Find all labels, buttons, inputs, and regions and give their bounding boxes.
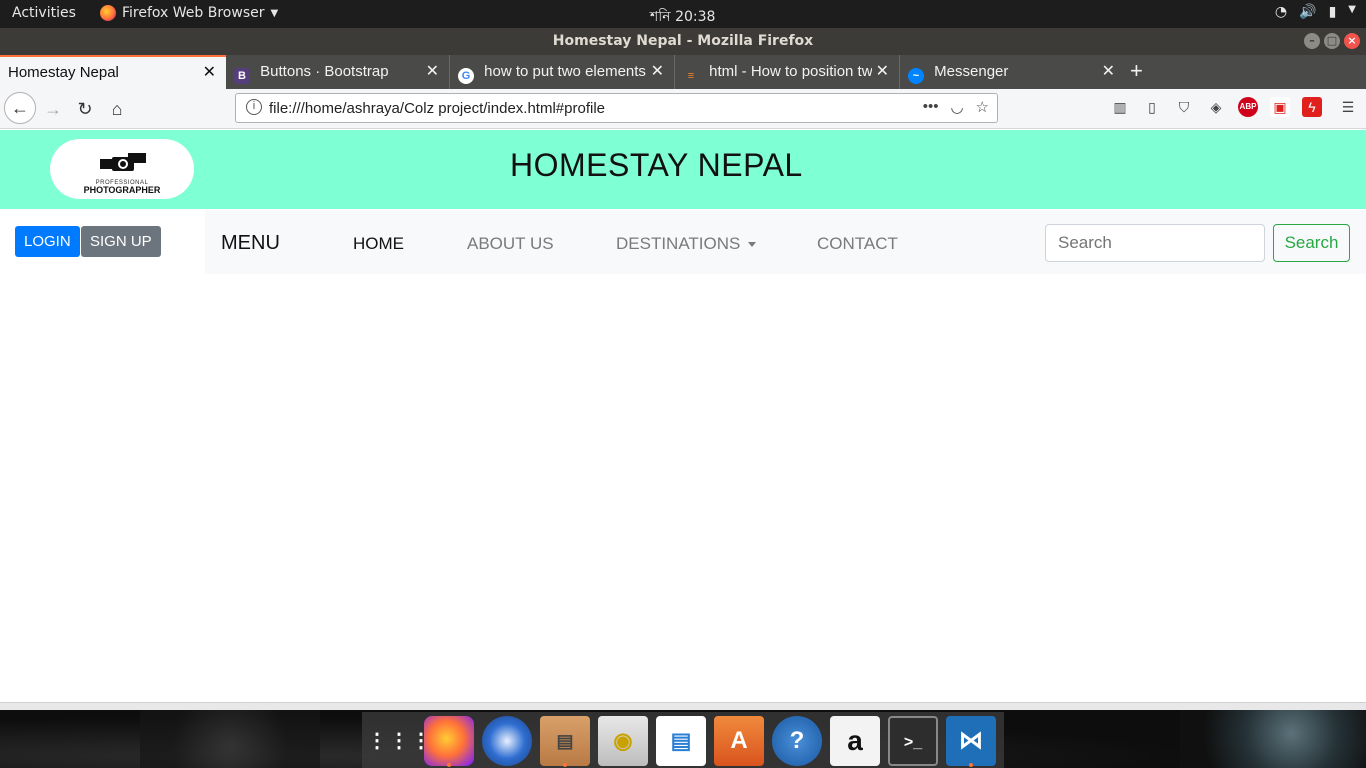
close-tab-icon[interactable]: ✕	[1102, 55, 1115, 89]
activities-button[interactable]: Activities	[12, 5, 76, 21]
stackoverflow-icon: ≡	[687, 70, 695, 82]
running-indicator	[447, 763, 451, 767]
page-title: HOMESTAY NEPAL	[510, 147, 803, 183]
help-icon[interactable]: ?	[772, 716, 822, 766]
page-actions-icon[interactable]: •••	[923, 98, 939, 116]
reload-button[interactable]: ↻	[70, 94, 100, 124]
horizontal-scrollbar[interactable]	[0, 702, 1366, 710]
libreoffice-writer-icon[interactable]: ▤	[656, 716, 706, 766]
tab-label: Messenger	[934, 63, 1009, 80]
volume-icon: 🔊	[1299, 4, 1317, 20]
tab-bootstrap-buttons[interactable]: B Buttons · Bootstrap ✕	[226, 55, 450, 89]
login-button[interactable]: LOGIN	[15, 226, 80, 257]
url-text[interactable]: file:///home/ashraya/Colz project/index.…	[269, 100, 605, 117]
logo-title: PHOTOGRAPHER	[83, 185, 161, 195]
forward-button[interactable]: →	[38, 94, 68, 124]
search-button[interactable]: Search	[1273, 224, 1350, 262]
terminal-icon[interactable]: >_	[888, 716, 938, 766]
tab-label: how to put two elements	[484, 63, 646, 80]
tab-strip: Homestay Nepal ✕ B Buttons · Bootstrap ✕…	[0, 55, 1366, 89]
pocket-icon[interactable]: ◡	[950, 98, 963, 116]
close-tab-icon[interactable]: ✕	[646, 55, 664, 89]
clock[interactable]: শনি 20:38	[650, 5, 715, 29]
site-logo[interactable]: PROFESSIONAL PHOTOGRAPHER	[50, 139, 194, 199]
flash-icon[interactable]: ϟ	[1302, 97, 1322, 117]
extension-toolbar: ▥ ▯ ⛉ ◈ ABP ▣ ϟ ☰	[1110, 97, 1358, 117]
minimize-button[interactable]: –	[1304, 33, 1320, 49]
nav-about-link[interactable]: ABOUT US	[467, 234, 554, 254]
tab-google-search[interactable]: G how to put two elements ✕	[450, 55, 675, 89]
chevron-down-icon: ▼	[1348, 4, 1356, 15]
running-indicator	[969, 763, 973, 767]
bookmark-star-icon[interactable]: ☆	[976, 98, 989, 116]
close-tab-icon[interactable]: ✕	[426, 55, 439, 89]
bootstrap-icon: B	[234, 68, 250, 84]
google-icon: G	[458, 68, 474, 84]
close-tab-icon[interactable]: ✕	[871, 55, 889, 89]
firefox-icon	[100, 5, 116, 21]
app-menu-label: Firefox Web Browser	[122, 5, 265, 21]
nav-destinations-dropdown[interactable]: DESTINATIONS	[616, 234, 757, 254]
url-bar[interactable]: i file:///home/ashraya/Colz project/inde…	[235, 93, 998, 123]
library-icon[interactable]: ▥	[1110, 97, 1130, 117]
software-center-icon[interactable]: A	[714, 716, 764, 766]
close-window-button[interactable]: ×	[1344, 33, 1360, 49]
app-grid-icon[interactable]: ⋮⋮⋮	[367, 716, 431, 766]
menu-label: MENU	[221, 232, 280, 254]
site-header: PROFESSIONAL PHOTOGRAPHER HOMESTAY NEPAL	[0, 130, 1366, 209]
back-button[interactable]: ←	[4, 92, 36, 124]
camera-hands-icon	[100, 153, 146, 171]
caret-down-icon	[748, 242, 757, 248]
tab-stackoverflow[interactable]: ≡ html - How to position tw ✕	[675, 55, 900, 89]
chevron-down-icon: ▼	[270, 7, 279, 19]
window-title-bar[interactable]: Homestay Nepal - Mozilla Firefox – □ ×	[0, 28, 1366, 55]
nav-contact-link[interactable]: CONTACT	[817, 234, 898, 254]
thunderbird-icon[interactable]	[482, 716, 532, 766]
tab-label: html - How to position tw	[709, 63, 873, 80]
hamburger-menu-icon[interactable]: ☰	[1338, 97, 1358, 117]
battery-icon: ▮	[1328, 4, 1337, 20]
wifi-icon: ◔	[1274, 4, 1288, 20]
search-input[interactable]	[1045, 224, 1265, 262]
new-tab-button[interactable]: +	[1130, 55, 1143, 87]
signup-button[interactable]: SIGN UP	[81, 226, 161, 257]
tab-homestay-nepal[interactable]: Homestay Nepal ✕	[0, 55, 226, 89]
maximize-button[interactable]: □	[1324, 33, 1340, 49]
sidebar-icon[interactable]: ▯	[1142, 97, 1162, 117]
adblock-plus-icon[interactable]: ABP	[1238, 97, 1258, 117]
system-top-bar: Activities Firefox Web Browser ▼ শনি 20:…	[0, 0, 1366, 28]
files-icon[interactable]: ▤	[540, 716, 590, 766]
nav-destinations-label: DESTINATIONS	[616, 234, 741, 253]
close-tab-icon[interactable]: ✕	[203, 57, 216, 88]
site-info-icon[interactable]: i	[246, 99, 262, 115]
shield-icon[interactable]: ⛉	[1174, 97, 1194, 117]
amazon-icon[interactable]: a	[830, 716, 880, 766]
window-controls: – □ ×	[1304, 33, 1360, 49]
url-actions: ••• ◡ ☆	[923, 98, 989, 116]
system-tray[interactable]: ◔ 🔊 ▮ ▼	[1275, 4, 1356, 20]
privacy-badger-icon[interactable]: ◈	[1206, 97, 1226, 117]
window-title: Homestay Nepal - Mozilla Firefox	[552, 33, 814, 49]
rhythmbox-icon[interactable]: ◉	[598, 716, 648, 766]
navigation-toolbar: ← → ↻ ⌂ i file:///home/ashraya/Colz proj…	[0, 89, 1366, 129]
tab-messenger[interactable]: ~ Messenger ✕	[900, 55, 1125, 89]
app-menu[interactable]: Firefox Web Browser ▼	[100, 5, 278, 21]
firefox-icon[interactable]	[424, 716, 474, 766]
vscode-icon[interactable]: ⋈	[946, 716, 996, 766]
tab-label: Buttons · Bootstrap	[260, 63, 389, 80]
main-navbar: MENU HOME ABOUT US DESTINATIONS CONTACT …	[205, 210, 1366, 274]
nav-home-link[interactable]: HOME	[353, 234, 404, 254]
running-indicator	[563, 763, 567, 767]
home-button[interactable]: ⌂	[102, 94, 132, 124]
block-site-icon[interactable]: ▣	[1270, 97, 1290, 117]
messenger-icon: ~	[908, 68, 924, 84]
tab-label: Homestay Nepal	[8, 64, 119, 81]
